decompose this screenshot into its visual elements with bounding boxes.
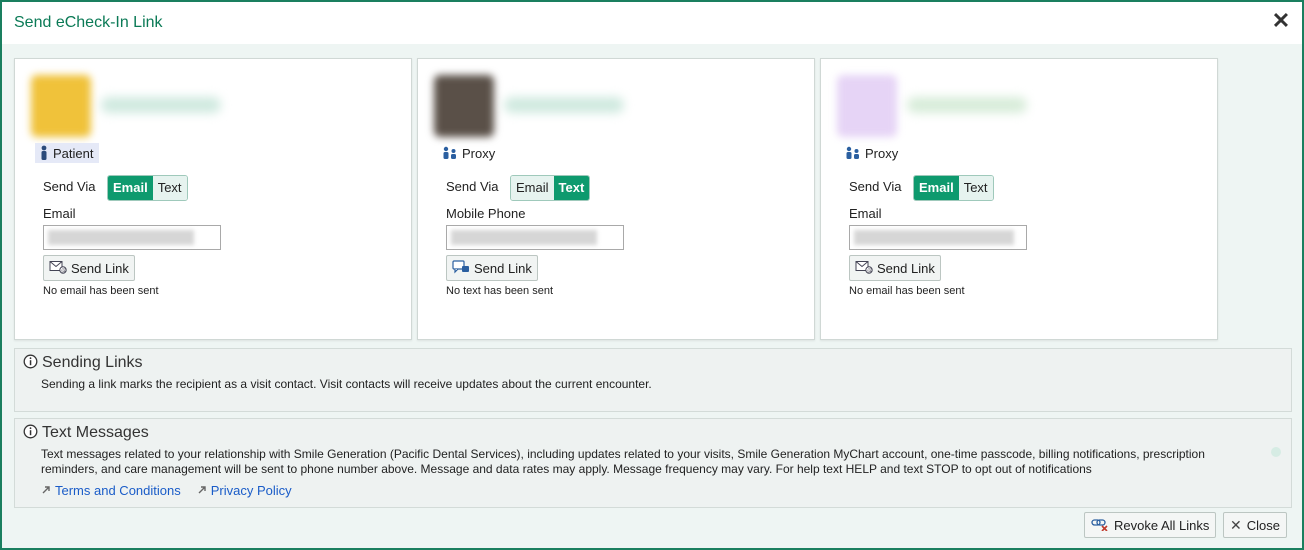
avatar — [434, 75, 494, 137]
recipient-card-proxy-1: Proxy Send Via Email Text Mobile Phone S… — [417, 58, 815, 340]
svg-text:@: @ — [867, 268, 872, 274]
send-via-label: Send Via — [43, 179, 96, 194]
sending-links-header: Sending Links — [23, 354, 143, 372]
external-link-icon — [197, 483, 207, 498]
send-via-text-option[interactable]: Text — [958, 176, 993, 200]
send-via-text-option[interactable]: Text — [553, 176, 590, 200]
revoke-link-icon — [1091, 517, 1109, 534]
send-link-button[interactable]: @ Send Link — [43, 255, 135, 281]
close-label: Close — [1246, 517, 1280, 533]
email-send-icon: @ — [855, 260, 873, 277]
redacted-value — [451, 230, 597, 245]
send-via-email-option[interactable]: Email — [108, 176, 153, 200]
text-messages-title: Text Messages — [42, 424, 149, 441]
send-link-button[interactable]: Send Link — [446, 255, 538, 281]
mobile-phone-field[interactable] — [446, 225, 624, 250]
privacy-link[interactable]: Privacy Policy — [197, 483, 292, 498]
revoke-all-links-label: Revoke All Links — [1114, 517, 1210, 533]
recipient-card-patient: Patient Send Via Email Text Email @ Send… — [14, 58, 412, 340]
send-via-label: Send Via — [446, 179, 499, 194]
echeckin-dialog: Send eCheck-In Link ✕ Patient Send Via E… — [0, 0, 1304, 550]
terms-link-label: Terms and Conditions — [55, 483, 181, 498]
dialog-title: Send eCheck-In Link — [14, 14, 163, 31]
info-icon — [23, 424, 38, 442]
role-badge: Proxy — [841, 143, 904, 163]
role-label: Proxy — [865, 145, 899, 161]
proxy-people-icon — [442, 146, 458, 160]
role-label: Patient — [53, 145, 94, 161]
scroll-indicator[interactable] — [1271, 447, 1281, 457]
revoke-all-links-button[interactable]: Revoke All Links — [1084, 512, 1217, 538]
external-link-icon — [41, 483, 51, 498]
recipient-card-proxy-2: Proxy Send Via Email Text Email @ Send L… — [820, 58, 1218, 340]
redacted-value — [854, 230, 1014, 245]
send-via-email-option[interactable]: Email — [914, 176, 959, 200]
send-via-label: Send Via — [849, 179, 902, 194]
text-messages-text: Text messages related to your relationsh… — [41, 447, 1205, 476]
send-status: No email has been sent — [43, 285, 159, 297]
send-link-label: Send Link — [877, 260, 935, 276]
dialog-titlebar: Send eCheck-In Link ✕ — [2, 2, 1302, 44]
svg-text:@: @ — [61, 268, 66, 274]
sending-links-panel: Sending Links Sending a link marks the r… — [14, 348, 1292, 412]
send-via-email-option[interactable]: Email — [511, 176, 554, 200]
field-label: Email — [849, 206, 882, 221]
privacy-link-label: Privacy Policy — [210, 483, 292, 498]
role-label: Proxy — [462, 145, 496, 161]
send-via-toggle: Email Text — [913, 175, 994, 201]
send-link-label: Send Link — [71, 260, 129, 276]
avatar — [837, 75, 897, 137]
recipient-name-redacted — [907, 97, 1027, 113]
terms-link[interactable]: Terms and Conditions — [41, 483, 181, 498]
role-badge: Patient — [35, 143, 100, 163]
close-button[interactable]: ✕ Close — [1223, 512, 1287, 538]
text-message-icon — [452, 259, 470, 277]
role-badge: Proxy — [438, 143, 501, 163]
text-messages-panel: Text Messages Text messages related to y… — [14, 418, 1292, 508]
email-field[interactable] — [43, 225, 221, 250]
email-send-icon: @ — [49, 260, 67, 277]
recipient-name-redacted — [101, 97, 221, 113]
proxy-people-icon — [845, 146, 861, 160]
send-link-label: Send Link — [474, 260, 532, 276]
avatar — [31, 75, 91, 137]
field-label: Email — [43, 206, 76, 221]
close-icon[interactable]: ✕ — [1270, 10, 1292, 32]
email-field[interactable] — [849, 225, 1027, 250]
sending-links-title: Sending Links — [42, 354, 143, 371]
send-via-text-option[interactable]: Text — [152, 176, 187, 200]
recipient-name-redacted — [504, 97, 624, 113]
person-icon — [39, 145, 49, 161]
policy-links: Terms and Conditions Privacy Policy — [41, 483, 292, 498]
sending-links-text: Sending a link marks the recipient as a … — [41, 377, 652, 391]
text-messages-header: Text Messages — [23, 424, 149, 442]
info-icon — [23, 354, 38, 372]
send-status: No text has been sent — [446, 285, 554, 297]
send-link-button[interactable]: @ Send Link — [849, 255, 941, 281]
redacted-value — [48, 230, 194, 245]
send-status: No email has been sent — [849, 285, 965, 297]
close-icon: ✕ — [1230, 516, 1242, 533]
send-via-toggle: Email Text — [107, 175, 188, 201]
field-label: Mobile Phone — [446, 206, 526, 221]
send-via-toggle: Email Text — [510, 175, 591, 201]
